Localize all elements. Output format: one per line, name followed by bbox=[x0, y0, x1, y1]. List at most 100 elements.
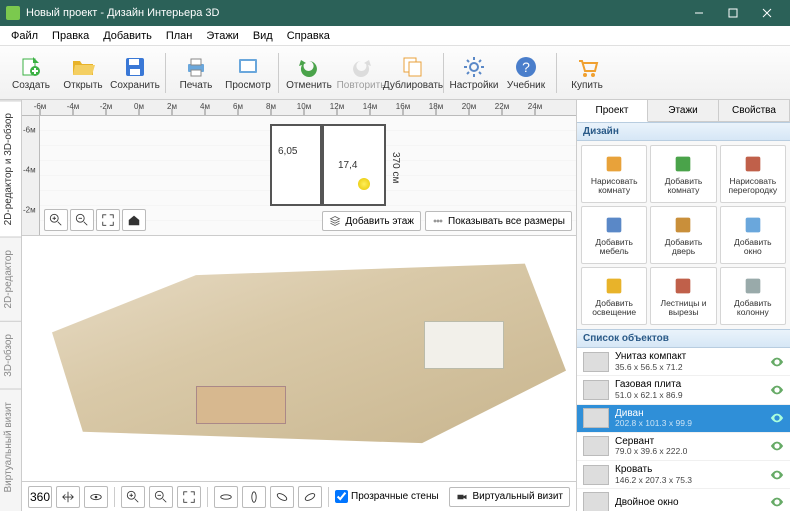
ruler-h-mark: -6м bbox=[34, 102, 47, 111]
toolbar-tutorial-btn[interactable]: ?Учебник bbox=[501, 49, 551, 97]
visibility-eye-icon[interactable] bbox=[770, 412, 784, 424]
room-1[interactable]: 6,05 bbox=[270, 124, 322, 206]
visibility-eye-icon[interactable] bbox=[770, 440, 784, 452]
ruler-horizontal: -6м-4м-2м0м2м4м6м8м10м12м14м16м18м20м22м… bbox=[22, 100, 576, 116]
ruler-h-mark: 0м bbox=[134, 102, 144, 111]
sofa-3d[interactable] bbox=[196, 386, 286, 424]
pan-btn[interactable] bbox=[56, 486, 80, 508]
view-persp-btn[interactable] bbox=[298, 486, 322, 508]
view-side-btn[interactable] bbox=[242, 486, 266, 508]
add-floor-btn[interactable]: Добавить этаж bbox=[322, 211, 421, 231]
ruler-h-mark: 18м bbox=[429, 102, 443, 111]
home-btn[interactable] bbox=[122, 209, 146, 231]
visibility-eye-icon[interactable] bbox=[770, 469, 784, 481]
minimize-btn[interactable] bbox=[682, 0, 716, 26]
view-top-btn[interactable] bbox=[214, 486, 238, 508]
zoom-fit-btn[interactable] bbox=[96, 209, 120, 231]
room-2-area: 17,4 bbox=[338, 160, 357, 171]
virtual-visit-btn[interactable]: Виртуальный визит bbox=[449, 487, 570, 507]
room-1-area: 6,05 bbox=[278, 146, 297, 157]
toolbar-preview-btn[interactable]: Просмотр bbox=[223, 49, 273, 97]
toolbar-settings-btn[interactable]: Настройки bbox=[449, 49, 499, 97]
orbit-btn[interactable] bbox=[84, 486, 108, 508]
fit-3d-btn[interactable] bbox=[177, 486, 201, 508]
duplicate-icon bbox=[400, 54, 426, 80]
maximize-btn[interactable] bbox=[716, 0, 750, 26]
object-list[interactable]: Унитаз компакт35.6 x 56.5 x 71.2Газовая … bbox=[577, 348, 790, 511]
object-item-0[interactable]: Унитаз компакт35.6 x 56.5 x 71.2 bbox=[577, 348, 790, 376]
object-item-2[interactable]: Диван202.8 x 101.3 x 99.9 bbox=[577, 405, 790, 433]
right-panel: ПроектЭтажиСвойства Дизайн Нарисоватьком… bbox=[576, 100, 790, 511]
view-iso-btn[interactable] bbox=[270, 486, 294, 508]
vtab-1[interactable]: 2D-редактор bbox=[0, 237, 21, 321]
plan-zoom-tools bbox=[44, 209, 146, 231]
design-card-add-light[interactable]: Добавитьосвещение bbox=[581, 267, 647, 325]
rtab-0[interactable]: Проект bbox=[577, 100, 648, 122]
light-marker-icon[interactable] bbox=[358, 178, 370, 190]
zoom-out-btn[interactable] bbox=[70, 209, 94, 231]
vtab-2[interactable]: 3D-обзор bbox=[0, 321, 21, 389]
menu-4[interactable]: Этажи bbox=[199, 28, 245, 44]
toolbar-open-btn[interactable]: Открыть bbox=[58, 49, 108, 97]
zoom-out-3d-btn[interactable] bbox=[149, 486, 173, 508]
visibility-eye-icon[interactable] bbox=[770, 384, 784, 396]
design-card-draw-partition[interactable]: Нарисоватьперегородку bbox=[720, 145, 786, 203]
design-grid: НарисоватькомнатуДобавитькомнатуНарисова… bbox=[577, 141, 790, 329]
toolbar-save-btn[interactable]: Сохранить bbox=[110, 49, 160, 97]
visibility-eye-icon[interactable] bbox=[770, 356, 784, 368]
toolbar-print-btn[interactable]: Печать bbox=[171, 49, 221, 97]
menu-0[interactable]: Файл bbox=[4, 28, 45, 44]
design-section-header: Дизайн bbox=[577, 122, 790, 141]
design-card-add-window[interactable]: Добавитьокно bbox=[720, 206, 786, 264]
design-card-add-furniture[interactable]: Добавитьмебель bbox=[581, 206, 647, 264]
toolbar-undo-btn[interactable]: Отменить bbox=[284, 49, 334, 97]
redo-icon bbox=[348, 54, 374, 80]
right-tabs: ПроектЭтажиСвойства bbox=[577, 100, 790, 122]
camera-icon bbox=[456, 491, 468, 503]
canvas-area: -6м-4м-2м0м2м4м6м8м10м12м14м16м18м20м22м… bbox=[22, 100, 576, 511]
zoom-in-btn[interactable] bbox=[44, 209, 68, 231]
toolbar: СоздатьОткрытьСохранитьПечатьПросмотрОтм… bbox=[0, 46, 790, 100]
rotate-360-btn[interactable]: 360 bbox=[28, 486, 52, 508]
close-btn[interactable] bbox=[750, 0, 784, 26]
design-card-draw-room[interactable]: Нарисоватькомнату bbox=[581, 145, 647, 203]
bed-3d[interactable] bbox=[424, 321, 504, 369]
print-icon bbox=[183, 54, 209, 80]
object-item-5[interactable]: Двойное окно bbox=[577, 489, 790, 511]
rtab-1[interactable]: Этажи bbox=[648, 100, 719, 121]
object-item-4[interactable]: Кровать146.2 x 207.3 x 75.3 bbox=[577, 461, 790, 489]
object-thumb-icon bbox=[583, 352, 609, 372]
transparent-walls-checkbox[interactable]: Прозрачные стены bbox=[335, 490, 439, 503]
menu-3[interactable]: План bbox=[159, 28, 200, 44]
toolbar-duplicate-btn[interactable]: Дублировать bbox=[388, 49, 438, 97]
menu-6[interactable]: Справка bbox=[280, 28, 337, 44]
design-card-add-column[interactable]: Добавитьколонну bbox=[720, 267, 786, 325]
plan-2d[interactable]: 6,05 17,4 370 см Добавить этаж bbox=[40, 116, 576, 235]
ruler-h-mark: 2м bbox=[167, 102, 177, 111]
menu-2[interactable]: Добавить bbox=[96, 28, 159, 44]
menu-5[interactable]: Вид bbox=[246, 28, 280, 44]
design-card-stairs[interactable]: Лестницы ивырезы bbox=[650, 267, 716, 325]
vtab-0[interactable]: 2D-редактор и 3D-обзор bbox=[0, 100, 21, 237]
ruler-h-mark: 6м bbox=[233, 102, 243, 111]
vtab-3[interactable]: Виртуальный визит bbox=[0, 389, 21, 505]
draw-room-icon bbox=[603, 153, 625, 175]
save-icon bbox=[122, 54, 148, 80]
ruler-v-mark: -6м bbox=[23, 126, 36, 135]
menu-1[interactable]: Правка bbox=[45, 28, 96, 44]
room-2[interactable]: 17,4 bbox=[322, 124, 386, 206]
toolbar-buy-btn[interactable]: Купить bbox=[562, 49, 612, 97]
room-3d-render bbox=[52, 256, 566, 447]
visibility-eye-icon[interactable] bbox=[770, 496, 784, 508]
ruler-h-mark: 20м bbox=[462, 102, 476, 111]
object-item-3[interactable]: Сервант79.0 x 39.6 x 222.0 bbox=[577, 433, 790, 461]
toolbar-create-btn[interactable]: Создать bbox=[6, 49, 56, 97]
ruler-h-mark: 4м bbox=[200, 102, 210, 111]
object-item-1[interactable]: Газовая плита51.0 x 62.1 x 86.9 bbox=[577, 376, 790, 404]
show-dimensions-btn[interactable]: Показывать все размеры bbox=[425, 211, 572, 231]
rtab-2[interactable]: Свойства bbox=[719, 100, 790, 121]
design-card-add-room[interactable]: Добавитькомнату bbox=[650, 145, 716, 203]
design-card-add-door[interactable]: Добавитьдверь bbox=[650, 206, 716, 264]
zoom-in-3d-btn[interactable] bbox=[121, 486, 145, 508]
view-3d[interactable] bbox=[22, 236, 576, 481]
